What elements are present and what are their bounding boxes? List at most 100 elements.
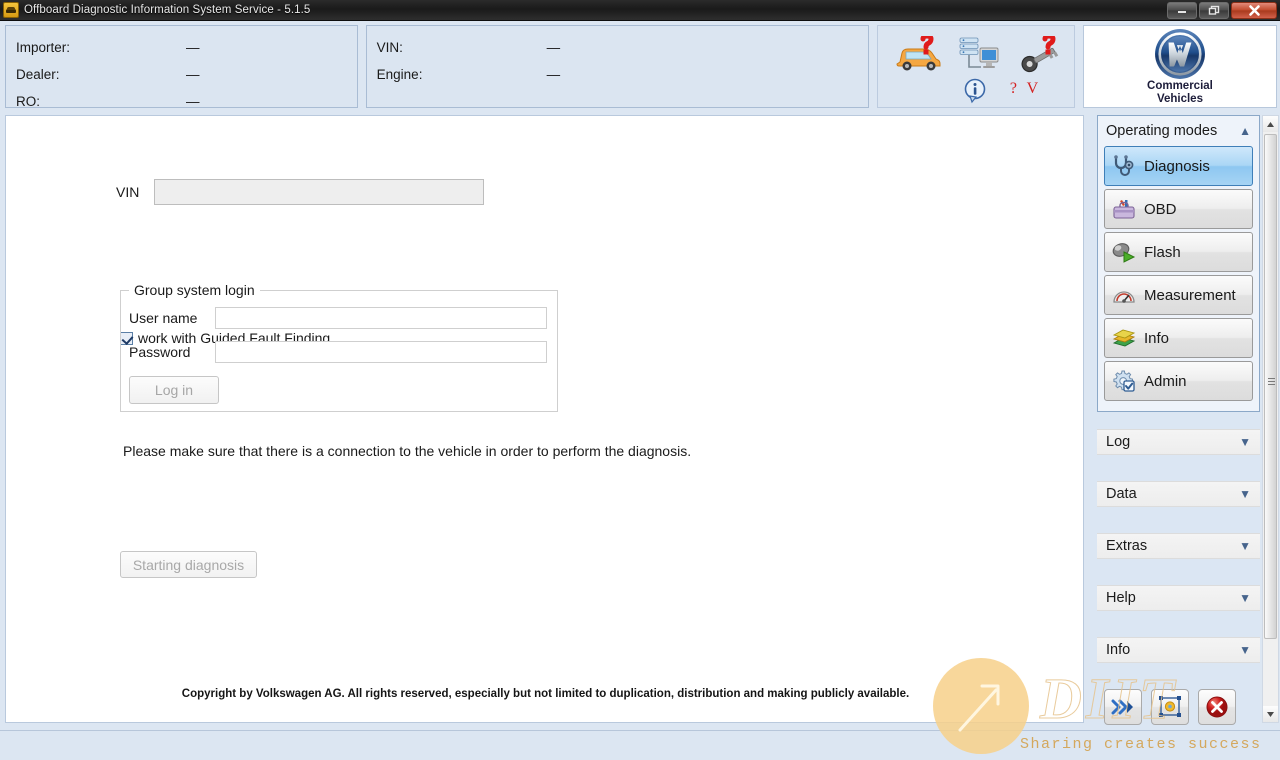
sidebar-item-admin[interactable]: Admin bbox=[1104, 361, 1253, 401]
password-label: Password bbox=[129, 344, 191, 360]
engine-value: — bbox=[546, 67, 561, 82]
gauge-icon bbox=[1112, 284, 1136, 306]
dealer-label: Dealer: bbox=[16, 67, 60, 82]
ro-label: RO: bbox=[16, 94, 41, 109]
cancel-button[interactable] bbox=[1198, 688, 1236, 725]
header-bar: Importer: — Dealer: — RO: — VIN: — Engin… bbox=[0, 21, 1280, 112]
sidebar-item-info[interactable]: Info bbox=[1104, 318, 1253, 358]
username-label: User name bbox=[129, 310, 198, 326]
dealer-value: — bbox=[186, 67, 200, 82]
version-help-label[interactable]: ? V bbox=[1010, 80, 1041, 98]
close-button[interactable] bbox=[1231, 1, 1277, 19]
sidebar-item-flash[interactable]: Flash bbox=[1104, 232, 1253, 272]
sidebar-section-help[interactable]: Help ▼︎ bbox=[1097, 585, 1260, 611]
importer-label: Importer: bbox=[16, 40, 71, 55]
section-label: Help bbox=[1106, 590, 1136, 606]
sidebar-item-label: Admin bbox=[1144, 372, 1187, 390]
sidebar-item-obd[interactable]: OBD bbox=[1104, 189, 1253, 229]
operating-modes-header[interactable]: Operating modes ▲︎ bbox=[1098, 116, 1259, 146]
sidebar-item-label: Info bbox=[1144, 329, 1170, 347]
sidebar-item-measurement[interactable]: Measurement bbox=[1104, 275, 1253, 315]
section-label: Log bbox=[1106, 434, 1131, 450]
vehicle-identification-icon[interactable] bbox=[894, 33, 944, 74]
close-icon bbox=[1248, 4, 1260, 16]
section-label: Extras bbox=[1106, 538, 1148, 554]
toolbox-icon bbox=[1112, 198, 1136, 220]
sidebar-section-log[interactable]: Log ▼︎ bbox=[1097, 429, 1260, 455]
sidebar-scrollbar[interactable] bbox=[1262, 115, 1279, 723]
stethoscope-icon bbox=[1112, 155, 1136, 177]
info-row-vin: VIN: — bbox=[377, 34, 868, 61]
vin-label: VIN bbox=[116, 184, 140, 200]
operating-modes-list: Diagnosis OBD Flash Measurement Info Adm… bbox=[1098, 146, 1259, 411]
chevron-down-icon[interactable]: ▼︎ bbox=[1239, 591, 1251, 605]
ro-value: — bbox=[186, 94, 200, 109]
watermark-tagline: Sharing creates success bbox=[1020, 736, 1262, 753]
sidebar-section-extras[interactable]: Extras ▼︎ bbox=[1097, 533, 1260, 559]
info-row-dealer: Dealer: — bbox=[16, 61, 357, 88]
login-panel-legend: Group system login bbox=[129, 282, 260, 298]
sidebar-item-label: Flash bbox=[1144, 243, 1181, 261]
network-connection-icon[interactable] bbox=[956, 36, 1002, 74]
maximize-button[interactable] bbox=[1199, 1, 1229, 19]
brand-line-2: Vehicles bbox=[1156, 92, 1203, 105]
vehicle-info-panel: VIN: — Engine: — bbox=[365, 25, 869, 108]
key-unknown-icon[interactable] bbox=[1018, 33, 1066, 74]
info-row-engine: Engine: — bbox=[377, 61, 868, 88]
sidebar-item-label: OBD bbox=[1144, 200, 1177, 218]
section-label: Info bbox=[1106, 642, 1131, 658]
username-input[interactable] bbox=[215, 307, 547, 329]
header-icon-toolbar: ? V bbox=[876, 25, 1075, 108]
info-row-importer: Importer: — bbox=[16, 34, 357, 61]
info-row-ro: RO: — bbox=[16, 88, 357, 115]
copyright-text: Copyright by Volkswagen AG. All rights r… bbox=[181, 688, 910, 700]
sidebar-section-data[interactable]: Data ▼︎ bbox=[1097, 481, 1260, 507]
gear-check-icon bbox=[1112, 370, 1136, 392]
scroll-up-button[interactable] bbox=[1263, 116, 1278, 132]
minimize-button[interactable] bbox=[1167, 1, 1197, 19]
vin-field-row: VIN bbox=[116, 179, 484, 205]
red-x-circle-icon bbox=[1206, 696, 1228, 717]
sidebar-item-diagnosis[interactable]: Diagnosis bbox=[1104, 146, 1253, 186]
operating-modes-title: Operating modes bbox=[1106, 123, 1218, 139]
info-icon[interactable] bbox=[962, 78, 988, 104]
scrollbar-grip bbox=[1268, 378, 1275, 387]
chevron-up-icon[interactable]: ▲︎ bbox=[1239, 124, 1251, 138]
window-controls bbox=[1167, 1, 1280, 19]
main-content-pane: VIN work with Guided Fault Finding Group… bbox=[5, 115, 1084, 723]
password-row: Password bbox=[129, 341, 547, 363]
sidebar-item-label: Diagnosis bbox=[1144, 157, 1210, 175]
start-diagnosis-button[interactable]: Starting diagnosis bbox=[120, 551, 257, 578]
minimize-icon bbox=[1178, 11, 1186, 13]
car-icon bbox=[3, 2, 19, 18]
watermark-arrow-icon bbox=[958, 684, 1000, 732]
login-button[interactable]: Log in bbox=[129, 376, 219, 404]
section-label: Data bbox=[1106, 486, 1137, 502]
chevron-down-icon[interactable]: ▼︎ bbox=[1239, 487, 1251, 501]
vw-logo-icon bbox=[1154, 28, 1205, 79]
brand-line-1: Commercial bbox=[1147, 79, 1213, 92]
vin-input[interactable] bbox=[154, 179, 484, 205]
vin-header-value: — bbox=[546, 40, 561, 55]
right-sidebar: Operating modes ▲︎ Diagnosis OBD Flash M… bbox=[1090, 115, 1260, 723]
sidebar-section-info[interactable]: Info ▼︎ bbox=[1097, 637, 1260, 663]
connection-hint-text: Please make sure that there is a connect… bbox=[123, 443, 692, 459]
owner-info-panel: Importer: — Dealer: — RO: — bbox=[5, 25, 358, 109]
password-input[interactable] bbox=[215, 341, 547, 363]
window-title-bar[interactable]: Offboard Diagnostic Information System S… bbox=[0, 0, 1280, 21]
scrollbar-thumb[interactable] bbox=[1264, 134, 1277, 639]
sidebar-item-label: Measurement bbox=[1144, 286, 1236, 304]
watermark-brand-text: DIIT bbox=[1039, 666, 1179, 732]
operating-modes-panel: Operating modes ▲︎ Diagnosis OBD Flash M… bbox=[1097, 115, 1260, 412]
scroll-down-button[interactable] bbox=[1263, 706, 1278, 722]
importer-value: — bbox=[186, 40, 200, 55]
triangle-up-icon bbox=[1267, 121, 1274, 127]
username-row: User name bbox=[129, 307, 547, 329]
chevron-down-icon[interactable]: ▼︎ bbox=[1239, 643, 1251, 657]
restore-icon bbox=[1208, 5, 1220, 15]
triangle-down-icon bbox=[1267, 711, 1274, 717]
engine-label: Engine: bbox=[376, 67, 423, 82]
chevron-down-icon[interactable]: ▼︎ bbox=[1239, 435, 1251, 449]
chevron-down-icon[interactable]: ▼︎ bbox=[1239, 539, 1251, 553]
vin-header-label: VIN: bbox=[376, 40, 403, 55]
